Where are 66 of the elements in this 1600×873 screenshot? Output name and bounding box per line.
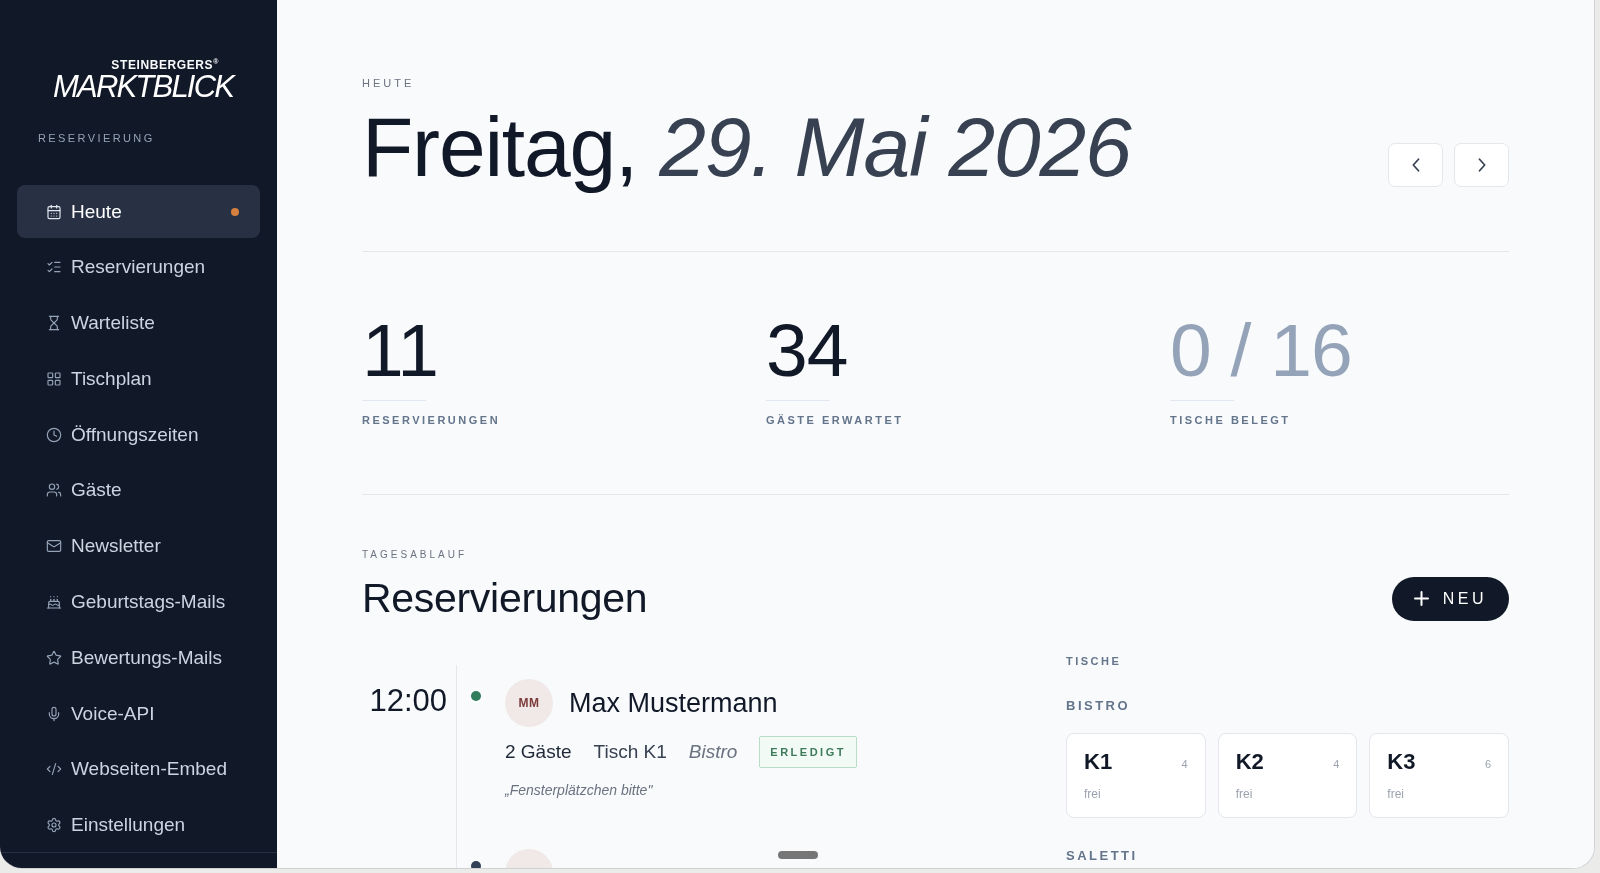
avatar: MM bbox=[505, 679, 553, 727]
grid-icon bbox=[46, 370, 62, 387]
calendar-icon bbox=[46, 203, 62, 220]
clock-icon bbox=[46, 426, 62, 443]
sidebar-item[interactable]: Warteliste bbox=[17, 296, 260, 350]
sidebar-item[interactable]: Reservierungen bbox=[17, 240, 260, 294]
cake-icon bbox=[46, 594, 62, 611]
sidebar-item[interactable]: Geburtstags-Mails bbox=[17, 575, 260, 629]
microphone-icon bbox=[46, 705, 62, 722]
chevron-left-icon bbox=[1411, 158, 1420, 172]
mail-icon bbox=[46, 538, 62, 555]
new-button[interactable]: NEU bbox=[1391, 576, 1509, 621]
table-status: frei bbox=[1235, 786, 1253, 802]
page-title: Freitag, 29. Mai 2026 bbox=[362, 101, 1131, 193]
sidebar-item[interactable]: Bewertungs-Mails bbox=[17, 631, 260, 685]
stat-label: TISCHE BELEGT bbox=[1170, 413, 1291, 427]
area-label: BISTRO bbox=[1066, 698, 1131, 714]
sidebar-item[interactable]: Heute bbox=[17, 185, 260, 238]
area-text: Bistro bbox=[688, 741, 738, 763]
stat-label: RESERVIERUNGEN bbox=[362, 413, 501, 427]
table-card[interactable]: K3 6 frei bbox=[1369, 733, 1509, 818]
sidebar-item[interactable]: Gäste bbox=[17, 464, 260, 517]
stat-value: 11 bbox=[362, 313, 438, 388]
guest-name: Max Mustermann bbox=[569, 687, 778, 719]
settings-icon bbox=[46, 817, 62, 834]
chevron-right-icon bbox=[1477, 158, 1486, 172]
logo-overline-text: STEINBERGERS$^{®}$ bbox=[111, 58, 220, 72]
guest-note: „Fensterplätzchen bitte" bbox=[505, 781, 653, 799]
eyebrow-text: HEUTE bbox=[362, 76, 415, 90]
plus-icon bbox=[1413, 591, 1429, 606]
table-name: K2 bbox=[1235, 749, 1264, 775]
drag-handle[interactable] bbox=[778, 851, 818, 859]
seat-count: 4 bbox=[1333, 757, 1340, 771]
hourglass-icon bbox=[46, 315, 62, 332]
eyebrow-text: TAGESABLAUF bbox=[362, 549, 468, 561]
stat-label: GÄSTE ERWARTET bbox=[766, 413, 904, 427]
tables-label: TISCHE bbox=[1066, 654, 1122, 668]
table-name: K1 bbox=[1084, 749, 1113, 775]
guest-count: 2 Gäste bbox=[505, 741, 572, 763]
sidebar-item[interactable]: Newsletter bbox=[17, 519, 260, 573]
area-label: SALETTI bbox=[1066, 848, 1138, 864]
previous-button[interactable] bbox=[1388, 143, 1443, 187]
table-card[interactable]: K2 4 frei bbox=[1217, 733, 1358, 818]
sidebar-item[interactable]: Voice-API bbox=[17, 687, 260, 741]
users-icon bbox=[46, 482, 62, 499]
sidebar-item[interactable]: Öffnungszeiten bbox=[17, 408, 260, 462]
sidebar-item[interactable]: Tischplan bbox=[17, 352, 260, 406]
stat-value: 0 / 16 bbox=[1170, 313, 1352, 388]
section-title: Reservierungen bbox=[362, 574, 648, 623]
sidebar-item[interactable]: Webseiten-Embed bbox=[17, 742, 260, 796]
sidebar-item[interactable]: Einstellungen bbox=[17, 798, 260, 852]
table-status: frei bbox=[1084, 786, 1101, 802]
logo-wordmark: MARKTBLICK bbox=[53, 72, 234, 102]
table-card[interactable]: K1 4 frei bbox=[1066, 733, 1206, 818]
seat-count: 6 bbox=[1484, 757, 1491, 771]
stat-value: 34 bbox=[766, 313, 848, 388]
time-text: 12:00 bbox=[369, 683, 447, 718]
table-text: Tisch K1 bbox=[593, 741, 667, 763]
code-icon bbox=[46, 761, 62, 778]
next-button[interactable] bbox=[1454, 143, 1509, 187]
section-label: RESERVIERUNG bbox=[38, 131, 155, 145]
table-status: frei bbox=[1387, 786, 1404, 802]
star-icon bbox=[46, 649, 62, 666]
seat-count: 4 bbox=[1181, 757, 1188, 771]
table-name: K3 bbox=[1387, 749, 1416, 775]
status-badge: ERLEDIGT bbox=[759, 736, 857, 768]
